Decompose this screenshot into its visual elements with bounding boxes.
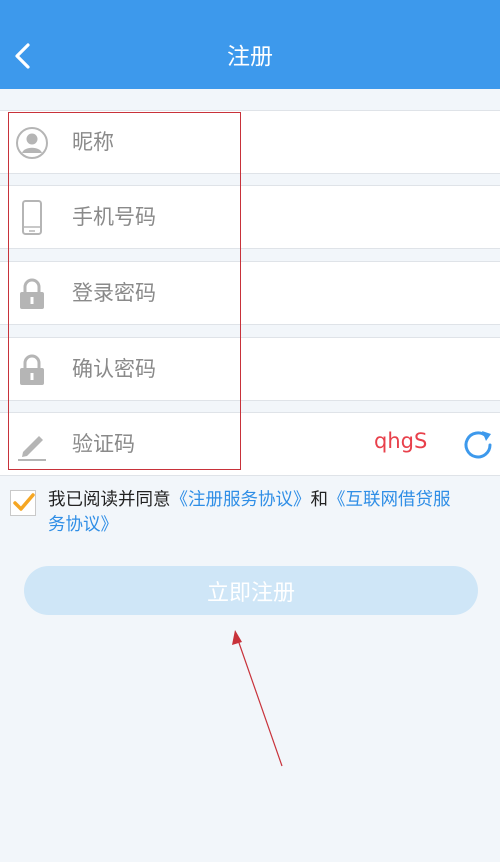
register-button[interactable]: 立即注册	[24, 566, 478, 615]
register-agreement-link[interactable]: 《注册服务协议》	[171, 490, 311, 510]
user-icon	[14, 125, 50, 161]
confirm-password-input[interactable]	[72, 338, 352, 400]
phone-row	[0, 185, 500, 249]
nickname-input[interactable]	[72, 111, 352, 173]
nickname-row	[0, 110, 500, 174]
password-input[interactable]	[72, 262, 352, 324]
pencil-icon	[14, 427, 50, 463]
captcha-row: qhgS	[0, 412, 500, 476]
lending-agreement-link-continued[interactable]: 务协议》	[48, 513, 118, 537]
checkmark-icon	[13, 493, 35, 511]
app-header: 注册	[0, 0, 500, 89]
phone-icon	[14, 200, 50, 236]
lock-icon	[14, 276, 50, 312]
lending-agreement-link[interactable]: 《互联网借贷服	[328, 490, 451, 510]
page-title: 注册	[227, 44, 273, 70]
password-row	[0, 261, 500, 325]
lock-icon	[14, 352, 50, 388]
captcha-input[interactable]	[72, 413, 362, 475]
agreement-text: 我已阅读并同意《注册服务协议》和《互联网借贷服	[48, 488, 500, 512]
captcha-image[interactable]: qhgS	[374, 429, 427, 453]
phone-input[interactable]	[72, 186, 352, 248]
confirm-password-row	[0, 337, 500, 401]
agreement-prefix: 我已阅读并同意	[48, 490, 171, 510]
agree-checkbox[interactable]	[10, 490, 36, 516]
agreement-middle: 和	[310, 490, 329, 510]
refresh-icon[interactable]	[460, 427, 496, 463]
